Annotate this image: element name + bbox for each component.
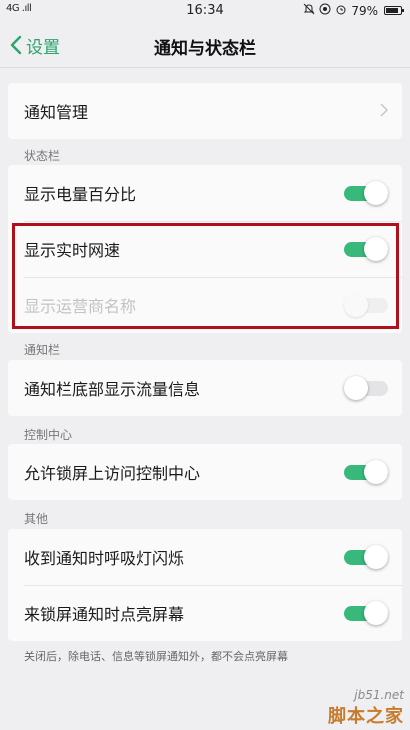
notification-management-card: 通知管理 [8,83,402,139]
breathing-light-label: 收到通知时呼吸灯闪烁 [24,549,185,568]
section-label-status-bar: 状态栏 [24,149,61,163]
carrier-name-label: 显示运营商名称 [24,297,137,316]
battery-icon [384,6,404,15]
other-card: 收到通知时呼吸灯闪烁 来锁屏通知时点亮屏幕 [8,529,402,641]
watermark-url: jb51.net [354,688,404,702]
section-label-other: 其他 [24,512,49,526]
status-bar-card: 显示电量百分比 显示实时网速 显示运营商名称 [8,165,402,333]
traffic-info-toggle[interactable] [344,376,388,400]
toggle-row-battery-percent[interactable]: 显示电量百分比 [8,165,402,221]
notification-bar-card: 通知栏底部显示流量信息 [8,360,402,416]
lockscreen-control-toggle[interactable] [344,460,388,484]
traffic-info-label: 通知栏底部显示流量信息 [24,380,201,399]
nav-bar: 设置 通知与状态栏 [0,22,410,68]
notification-management-item[interactable]: 通知管理 [8,83,402,139]
location-icon [319,3,331,18]
toggle-row-lockscreen-control[interactable]: 允许锁屏上访问控制中心 [8,444,402,500]
status-bar: 4G .ıll 16:34 79% [0,0,410,22]
footer-note: 关闭后，除电话、信息等锁屏通知外，都不会点亮屏幕 [24,650,288,663]
toggle-row-traffic-info[interactable]: 通知栏底部显示流量信息 [8,360,402,416]
status-icons: 79% [303,3,404,18]
page-title: 通知与状态栏 [154,39,256,59]
chevron-right-icon [380,103,388,117]
lockscreen-control-label: 允许锁屏上访问控制中心 [24,464,201,483]
control-center-card: 允许锁屏上访问控制中心 [8,444,402,500]
toggle-row-realtime-speed[interactable]: 显示实时网速 [8,221,402,277]
realtime-speed-label: 显示实时网速 [24,241,121,260]
wake-screen-label: 来锁屏通知时点亮屏幕 [24,605,185,624]
toggle-row-carrier-name: 显示运营商名称 [8,277,402,333]
mute-icon [303,3,315,18]
toggle-row-breathing-light[interactable]: 收到通知时呼吸灯闪烁 [8,529,402,585]
realtime-speed-toggle[interactable] [344,237,388,261]
watermark-brand: 脚本之家 [328,706,404,727]
notification-management-label: 通知管理 [24,103,89,122]
section-label-notification-bar: 通知栏 [24,343,61,357]
alarm-icon [335,3,347,18]
wake-screen-toggle[interactable] [344,601,388,625]
toggle-row-wake-screen[interactable]: 来锁屏通知时点亮屏幕 [8,585,402,641]
section-label-control-center: 控制中心 [24,428,73,442]
battery-percent-label: 显示电量百分比 [24,185,137,204]
battery-percent-toggle[interactable] [344,181,388,205]
breathing-light-toggle[interactable] [344,545,388,569]
carrier-name-toggle [344,293,388,317]
battery-percent: 79% [351,3,378,18]
watermark: jb51.net 脚本之家 [328,688,404,728]
